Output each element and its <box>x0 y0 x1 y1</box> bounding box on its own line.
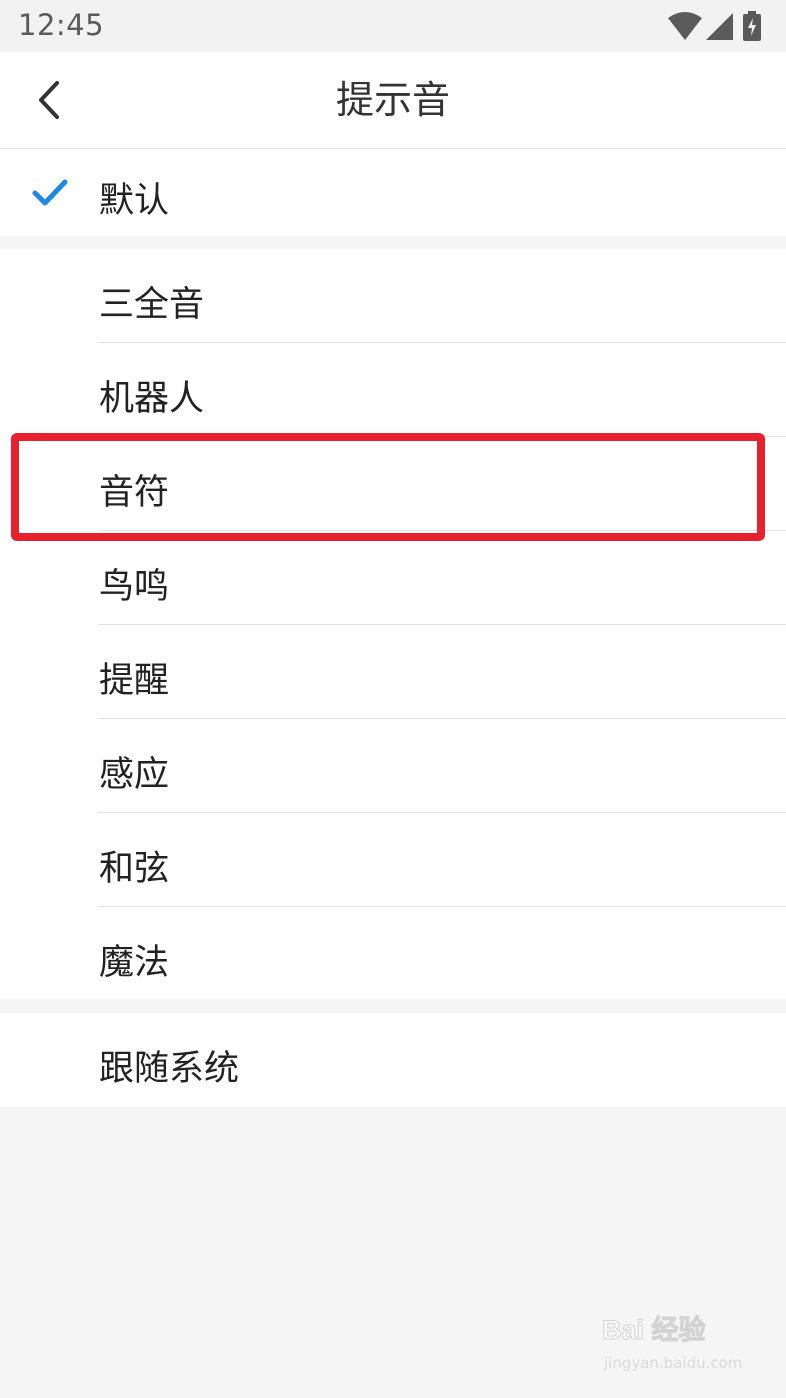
status-time: 12:45 <box>18 8 105 42</box>
option-label: 魔法 <box>99 943 170 983</box>
option-niaoming[interactable]: 鸟鸣 <box>0 531 786 625</box>
option-tixing[interactable]: 提醒 <box>0 625 786 719</box>
option-follow-system[interactable]: 跟随系统 <box>0 1013 786 1107</box>
option-label: 鸟鸣 <box>99 567 170 607</box>
option-label: 三全音 <box>99 285 205 325</box>
battery-charging-icon <box>743 11 761 41</box>
option-hexian[interactable]: 和弦 <box>0 813 786 907</box>
option-label: 机器人 <box>99 379 205 419</box>
option-label: 跟随系统 <box>99 1049 240 1089</box>
page-title: 提示音 <box>335 78 450 122</box>
option-label: 音符 <box>99 473 170 513</box>
option-yinfu[interactable]: 音符 <box>0 437 786 531</box>
status-bar: 12:45 <box>0 0 786 52</box>
option-label: 提醒 <box>99 661 170 701</box>
cell-signal-icon <box>706 13 733 40</box>
option-jiqiren[interactable]: 机器人 <box>0 343 786 437</box>
watermark-brand: Bai 经验 <box>602 1315 707 1346</box>
check-icon <box>32 179 68 206</box>
sound-options-list: 三全音 机器人 音符 鸟鸣 提醒 感应 和弦 魔法 <box>0 249 786 999</box>
back-button[interactable] <box>22 72 78 128</box>
baidu-jingyan-watermark: Bai 经验 jingyan.baidu.com <box>602 1308 752 1388</box>
option-default[interactable]: 默认 <box>0 149 786 236</box>
option-ganying[interactable]: 感应 <box>0 719 786 813</box>
option-sanquanyin[interactable]: 三全音 <box>0 249 786 343</box>
title-bar: 提示音 <box>0 52 786 149</box>
wifi-icon <box>668 12 702 40</box>
option-mofa[interactable]: 魔法 <box>0 907 786 999</box>
follow-system-group: 跟随系统 <box>0 1013 786 1107</box>
default-option-group: 默认 <box>0 149 786 236</box>
option-label: 和弦 <box>99 849 170 889</box>
option-label: 感应 <box>99 755 170 795</box>
watermark-url: jingyan.baidu.com <box>604 1354 743 1372</box>
option-label: 默认 <box>99 181 170 221</box>
chevron-left-icon <box>39 81 59 119</box>
